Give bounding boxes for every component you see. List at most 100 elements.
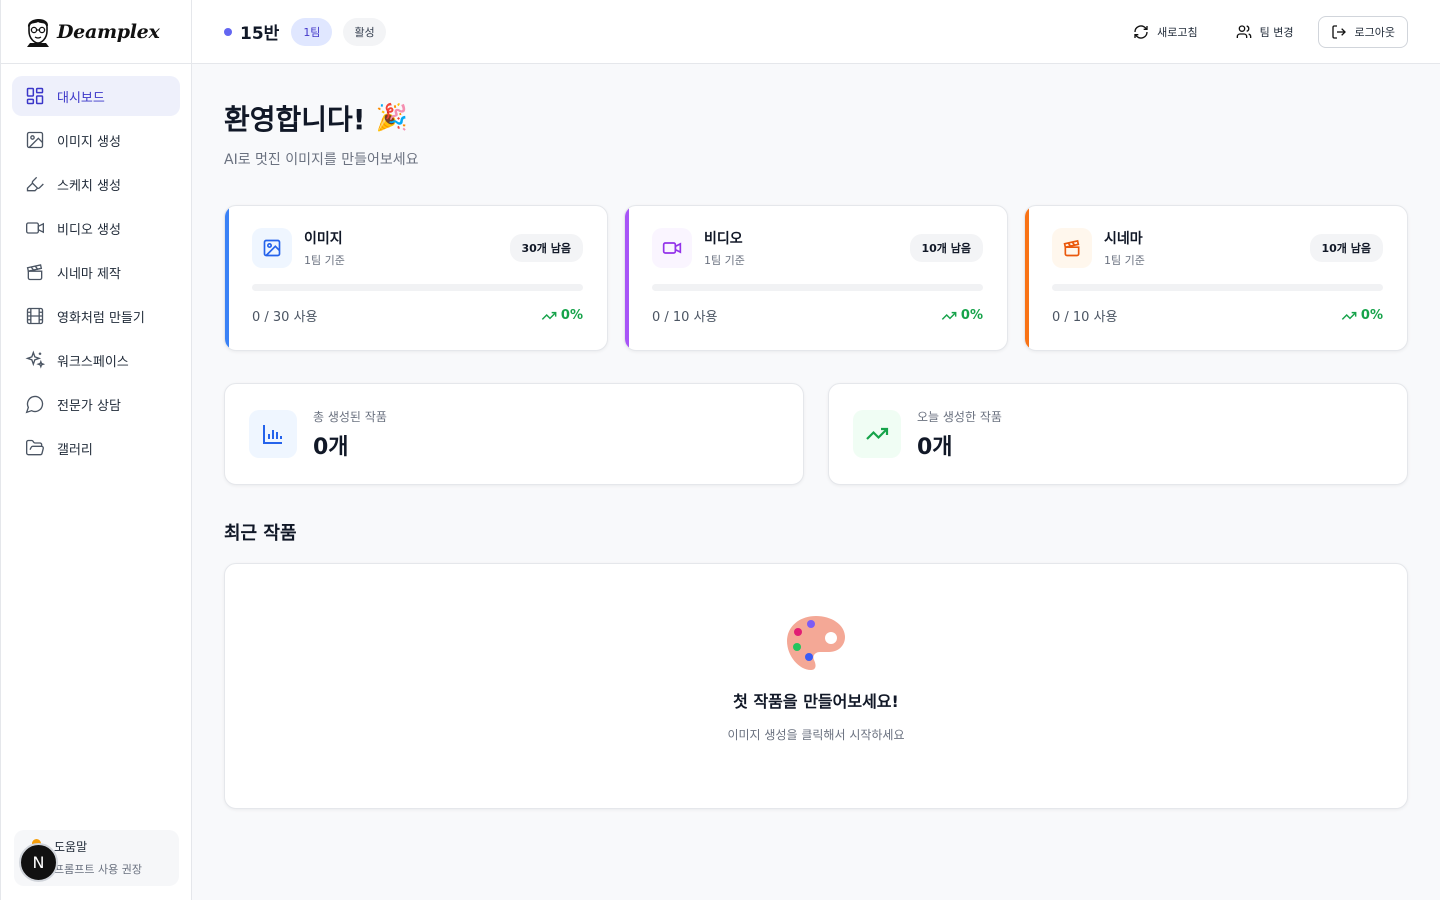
logo-face-icon	[27, 18, 49, 47]
quota-percent-value: 0%	[960, 308, 983, 323]
sidebar-item-dashboard[interactable]: 대시보드	[12, 76, 180, 116]
palette-icon	[787, 616, 845, 670]
stat-icon-box	[249, 410, 297, 458]
quota-basis: 1팀 기준	[304, 254, 345, 267]
film-icon	[26, 307, 44, 325]
welcome-title: 환영합니다!	[224, 103, 366, 136]
page-subtitle: AI로 멋진 이미지를 만들어보세요	[224, 152, 419, 168]
recent-works-empty: 첫 작품을 만들어보세요! 이미지 생성을 클릭해서 시작하세요	[224, 563, 1408, 809]
trending-up-icon	[541, 311, 557, 320]
quota-basis: 1팀 기준	[1104, 254, 1145, 267]
status-badge: 활성	[343, 17, 386, 46]
dashboard-main: 환영합니다! 🎉 AI로 멋진 이미지를 만들어보세요 이미지 1팀 기준 30…	[224, 64, 1408, 809]
logo[interactable]: Deamplex	[1, 0, 191, 64]
stat-card-total: 총 생성된 작품 0개	[224, 383, 804, 485]
sidebar-item-label: 스케치 생성	[57, 178, 121, 194]
class-status-dot	[224, 27, 232, 36]
sidebar-item-gallery[interactable]: 갤러리	[12, 428, 180, 468]
image-icon	[26, 131, 44, 149]
help-title: 도움말	[54, 840, 88, 854]
sidebar-item-label: 비디오 생성	[57, 222, 121, 238]
sidebar-item-label: 전문가 상담	[57, 398, 121, 414]
quota-usage: 0 / 30 사용	[252, 310, 318, 325]
brush-icon	[26, 176, 44, 192]
recent-works-title: 최근 작품	[224, 523, 297, 544]
sidebar-item-label: 영화처럼 만들기	[57, 310, 145, 326]
quota-card-cinema[interactable]: 시네마 1팀 기준 10개 남음 0 / 10 사용 0%	[1024, 205, 1408, 351]
quota-icon-box	[252, 228, 292, 268]
quota-percent: 0%	[541, 308, 583, 324]
class-name: 15반	[240, 24, 280, 44]
users-icon	[1236, 24, 1251, 38]
logout-label: 로그아웃	[1354, 25, 1395, 39]
clapperboard-icon	[1063, 239, 1080, 257]
team-badge: 1팀	[291, 17, 333, 46]
sidebar-item-video[interactable]: 비디오 생성	[12, 208, 180, 248]
quota-percent: 0%	[941, 308, 983, 324]
stat-label: 오늘 생성한 작품	[917, 409, 1002, 424]
quota-basis: 1팀 기준	[704, 254, 745, 267]
quota-icon-box	[652, 228, 692, 268]
sidebar-item-movie[interactable]: 영화처럼 만들기	[12, 296, 180, 336]
quota-usage: 0 / 10 사용	[1052, 310, 1118, 325]
trending-up-icon	[866, 427, 889, 440]
help-subtitle: 프롬프트 사용 권장	[54, 863, 142, 876]
change-team-button[interactable]: 팀 변경	[1222, 16, 1308, 48]
stat-value: 0개	[917, 434, 953, 460]
quota-progress-track	[252, 284, 583, 291]
chat-bubble-icon	[25, 395, 44, 414]
quota-accent-bar	[225, 206, 229, 350]
empty-state-title: 첫 작품을 만들어보세요!	[733, 692, 899, 711]
sidebar-item-consult[interactable]: 전문가 상담	[12, 384, 180, 424]
logout-button[interactable]: 로그아웃	[1317, 15, 1408, 48]
quota-remaining-badge: 10개 남음	[1309, 234, 1383, 262]
refresh-icon	[1134, 24, 1148, 39]
video-icon	[26, 222, 44, 234]
sidebar-item-label: 갤러리	[57, 442, 93, 458]
video-icon	[662, 242, 682, 254]
stat-icon-box	[853, 410, 901, 458]
stat-card-today: 오늘 생성한 작품 0개	[828, 383, 1408, 485]
quota-title: 이미지	[304, 231, 343, 247]
quota-cards: 이미지 1팀 기준 30개 남음 0 / 30 사용 0% 비디오 1팀 기준 …	[224, 205, 1408, 351]
sidebar: Deamplex 대시보드 이미지 생성 스케치 생성 비디오 생성 시네마 제…	[0, 0, 192, 900]
clapperboard-icon	[26, 264, 43, 281]
refresh-button[interactable]: 새로고침	[1119, 16, 1211, 48]
quota-percent-value: 0%	[560, 308, 583, 323]
quota-accent-bar	[625, 206, 629, 350]
sidebar-nav: 대시보드 이미지 생성 스케치 생성 비디오 생성 시네마 제작 영화처럼 만들…	[1, 64, 191, 484]
sidebar-item-label: 이미지 생성	[57, 134, 121, 150]
folder-icon	[26, 439, 44, 456]
quota-percent: 0%	[1341, 308, 1383, 324]
sidebar-item-label: 대시보드	[57, 90, 105, 106]
quota-usage: 0 / 10 사용	[652, 310, 718, 325]
top-header: 15반 1팀 활성 새로고침 팀 변경 로그아웃	[192, 0, 1440, 64]
brand-name: Deamplex	[57, 20, 160, 43]
quota-remaining-badge: 30개 남음	[509, 234, 583, 262]
quota-title: 시네마	[1104, 231, 1143, 247]
quota-percent-value: 0%	[1360, 308, 1383, 323]
trending-up-icon	[1341, 311, 1357, 320]
quota-progress-track	[1052, 284, 1383, 291]
quota-card-image[interactable]: 이미지 1팀 기준 30개 남음 0 / 30 사용 0%	[224, 205, 608, 351]
quota-icon-box	[1052, 228, 1092, 268]
stat-label: 총 생성된 작품	[313, 409, 387, 424]
avatar[interactable]: N	[19, 843, 58, 882]
sidebar-item-cinema[interactable]: 시네마 제작	[12, 252, 180, 292]
sidebar-item-sketch[interactable]: 스케치 생성	[12, 164, 180, 204]
empty-state-subtitle: 이미지 생성을 클릭해서 시작하세요	[727, 728, 905, 742]
change-team-label: 팀 변경	[1259, 25, 1294, 39]
party-popper-icon: 🎉	[375, 103, 408, 133]
quota-remaining-badge: 10개 남음	[909, 234, 983, 262]
stat-cards: 총 생성된 작품 0개 오늘 생성한 작품 0개	[224, 383, 1408, 485]
bar-chart-icon	[263, 425, 282, 444]
sidebar-item-label: 시네마 제작	[57, 266, 121, 282]
logout-icon	[1331, 24, 1346, 39]
sidebar-item-image[interactable]: 이미지 생성	[12, 120, 180, 160]
quota-card-video[interactable]: 비디오 1팀 기준 10개 남음 0 / 10 사용 0%	[624, 205, 1008, 351]
sparkles-icon	[25, 350, 45, 369]
quota-progress-track	[652, 284, 983, 291]
quota-accent-bar	[1025, 206, 1029, 350]
trending-up-icon	[941, 311, 957, 320]
sidebar-item-workspace[interactable]: 워크스페이스	[12, 340, 180, 380]
